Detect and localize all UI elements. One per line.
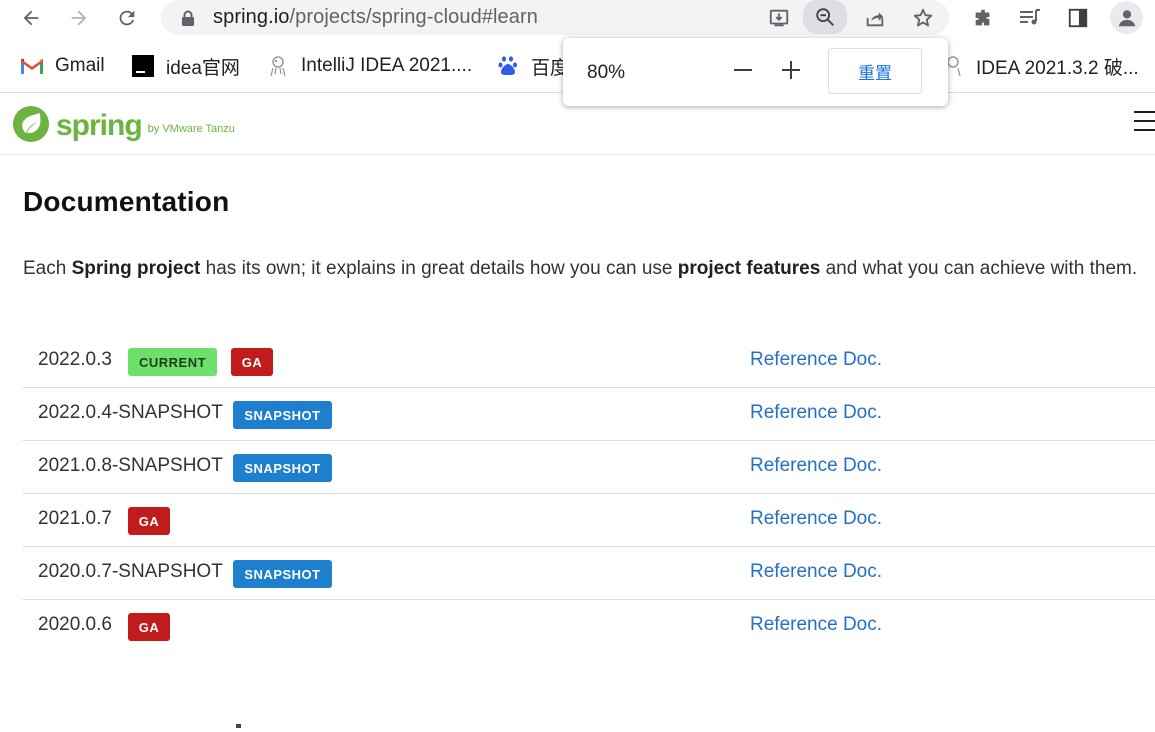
star-icon[interactable] [909, 4, 937, 32]
reference-doc-link[interactable]: Reference Doc. [750, 349, 882, 371]
gmail-icon [20, 55, 44, 77]
address-bar[interactable]: spring.io/projects/spring-cloud#learn [161, 0, 949, 35]
current-badge: CURRENT [128, 348, 217, 376]
spring-logo[interactable]: spring by VMware Tanzu [12, 105, 235, 143]
version-row: 2022.0.4-SNAPSHOT SNAPSHOT Reference Doc… [23, 388, 1155, 441]
bookmark-label: Gmail [55, 55, 105, 76]
profile-icon[interactable] [1110, 1, 1143, 34]
ga-badge: GA [128, 507, 170, 535]
zoom-level: 80% [587, 62, 626, 83]
browser-toolbar: spring.io/projects/spring-cloud#learn [0, 0, 1155, 36]
version-row: 2021.0.8-SNAPSHOT SNAPSHOT Reference Doc… [23, 441, 1155, 494]
versions-table: 2022.0.3 CURRENT GA Reference Doc. 2022.… [23, 335, 1155, 652]
zoom-in-button[interactable] [777, 56, 805, 84]
bookmark-intellij[interactable]: IntelliJ IDEA 2021.... [266, 55, 472, 77]
intellij-icon [266, 55, 290, 77]
bookmark-idea-crack[interactable]: IDEA 2021.3.2 破... [941, 55, 1139, 79]
version-name: 2022.0.4-SNAPSHOT [38, 402, 223, 423]
version-name: 2020.0.6 [38, 614, 112, 635]
logo-subtitle: by VMware Tanzu [147, 123, 235, 135]
zoom-icon[interactable] [803, 0, 847, 34]
clipped-text-fragment [236, 724, 241, 728]
menu-icon[interactable] [1134, 111, 1155, 138]
ga-badge: GA [231, 348, 273, 376]
page-title: Documentation [23, 186, 230, 217]
reference-doc-link[interactable]: Reference Doc. [750, 614, 882, 636]
version-name: 2020.0.7-SNAPSHOT [38, 561, 223, 582]
install-icon[interactable] [765, 4, 793, 32]
version-row: 2020.0.6 GA Reference Doc. [23, 600, 1155, 652]
url-text[interactable]: spring.io/projects/spring-cloud#learn [213, 6, 538, 28]
plus-icon [782, 61, 800, 79]
version-row: 2021.0.7 GA Reference Doc. [23, 494, 1155, 547]
reference-doc-link[interactable]: Reference Doc. [750, 402, 882, 424]
snapshot-badge: SNAPSHOT [233, 401, 332, 429]
bookmark-label: IntelliJ IDEA 2021.... [301, 55, 473, 76]
reference-doc-link[interactable]: Reference Doc. [750, 508, 882, 530]
snapshot-badge: SNAPSHOT [233, 560, 332, 588]
version-name: 2021.0.7 [38, 508, 112, 529]
snapshot-badge: SNAPSHOT [233, 454, 332, 482]
back-icon[interactable] [17, 4, 45, 32]
zoom-popup: 80% 重置 [563, 38, 948, 106]
ga-badge: GA [128, 613, 170, 641]
bookmark-label: idea官网 [166, 57, 240, 79]
side-panel-icon[interactable] [1064, 4, 1092, 32]
share-icon[interactable] [861, 4, 889, 32]
bookmark-baidu[interactable]: 百度 [496, 55, 569, 79]
bookmark-gmail[interactable]: Gmail [20, 55, 105, 77]
bookmark-idea[interactable]: idea官网 [131, 55, 240, 79]
zoom-reset-button[interactable]: 重置 [828, 48, 922, 94]
minus-icon [734, 69, 752, 71]
reload-icon[interactable] [113, 4, 141, 32]
version-name: 2022.0.3 [38, 349, 112, 370]
version-row: 2022.0.3 CURRENT GA Reference Doc. [23, 335, 1155, 388]
version-name: 2021.0.8-SNAPSHOT [38, 455, 223, 476]
zoom-out-button[interactable] [729, 56, 757, 84]
baidu-icon [496, 55, 520, 77]
logo-wordmark: spring [56, 109, 143, 142]
extensions-icon[interactable] [969, 4, 997, 32]
intro-paragraph: Each Spring project has its own; it expl… [23, 258, 1138, 279]
bookmark-label: IDEA 2021.3.2 破... [976, 57, 1139, 79]
media-icon[interactable] [1016, 4, 1044, 32]
lock-icon[interactable] [181, 10, 195, 31]
idea-icon [131, 55, 155, 77]
reference-doc-link[interactable]: Reference Doc. [750, 561, 882, 583]
reference-doc-link[interactable]: Reference Doc. [750, 455, 882, 477]
version-row: 2020.0.7-SNAPSHOT SNAPSHOT Reference Doc… [23, 547, 1155, 600]
spring-leaf-icon [13, 106, 49, 142]
forward-icon[interactable] [65, 4, 93, 32]
